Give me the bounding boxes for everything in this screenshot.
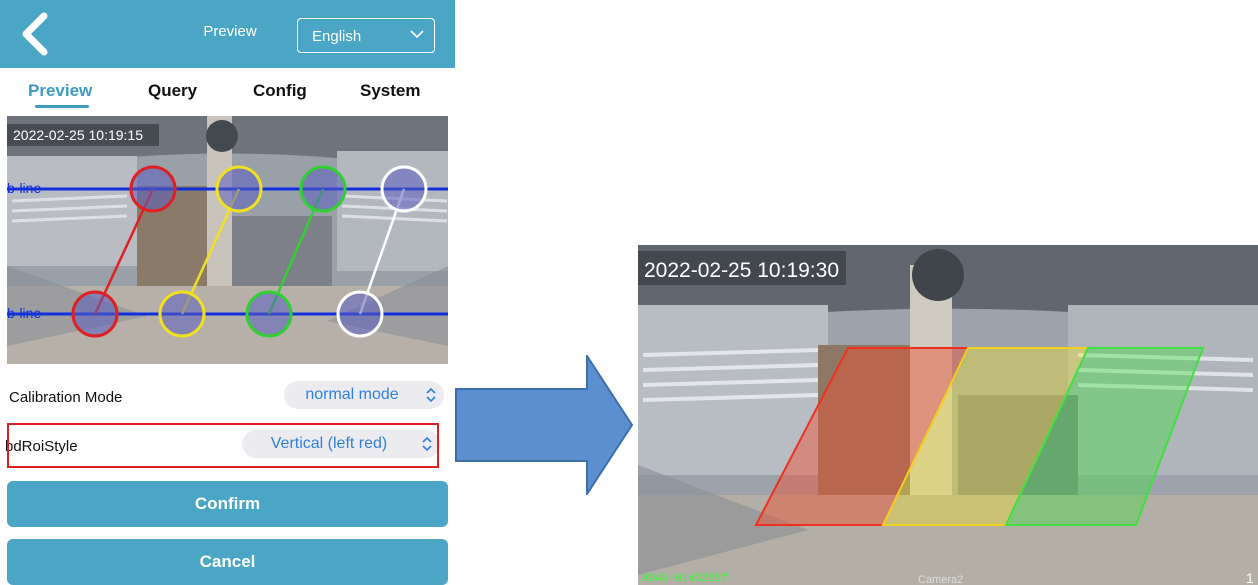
green-bottom-handle[interactable] <box>245 290 293 338</box>
calibration-mode-row: Calibration Mode normal mode <box>7 375 448 419</box>
device-id-label: ADAS-9143295f <box>642 573 728 585</box>
language-value: English <box>312 28 362 45</box>
tab-bar: Preview Query Config System <box>0 68 455 116</box>
top-line-label: b-line <box>7 180 41 196</box>
top-bar: Preview English <box>0 0 455 68</box>
up-down-chevron-icon <box>426 387 436 403</box>
roi-style-highlight-box <box>7 423 439 468</box>
calibration-mode-label: Calibration Mode <box>9 389 123 406</box>
tab-preview[interactable]: Preview <box>28 81 92 101</box>
tab-config[interactable]: Config <box>253 81 307 101</box>
mobile-config-screen: Preview English Preview Query Config Sys… <box>0 0 455 585</box>
calibration-mode-select[interactable]: normal mode <box>284 381 444 409</box>
page-title: Preview <box>203 23 257 40</box>
camera-result-view: 2022-02-25 10:19:30 ADAS-9143295f Camera… <box>638 245 1258 585</box>
white-top-handle[interactable] <box>380 165 428 213</box>
preview-timestamp: 2022-02-25 10:19:15 <box>13 127 143 143</box>
green-top-handle[interactable] <box>299 165 347 213</box>
white-bottom-handle[interactable] <box>336 290 384 338</box>
active-tab-indicator <box>35 105 89 108</box>
cancel-button[interactable]: Cancel <box>7 539 448 585</box>
calibration-mode-value: normal mode <box>305 386 399 403</box>
red-bottom-handle[interactable] <box>71 290 119 338</box>
yellow-bottom-handle[interactable] <box>158 290 206 338</box>
tab-system[interactable]: System <box>360 81 420 101</box>
yellow-top-handle[interactable] <box>215 165 263 213</box>
camera-image: 2022-02-25 10:19:30 ADAS-9143295f Camera… <box>638 245 1258 585</box>
confirm-button[interactable]: Confirm <box>7 481 448 527</box>
camera-timestamp: 2022-02-25 10:19:30 <box>644 259 839 282</box>
right-arrow-icon <box>455 352 635 498</box>
red-top-handle[interactable] <box>129 165 177 213</box>
preview-image: 2022-02-25 10:19:15 b-line b-line <box>7 116 448 364</box>
calibration-preview[interactable]: 2022-02-25 10:19:15 b-line b-line <box>7 116 448 364</box>
bottom-line-label: b-line <box>7 305 41 321</box>
tab-query[interactable]: Query <box>148 81 197 101</box>
chevron-down-icon <box>410 30 424 39</box>
corner-number: 1 <box>1246 570 1254 585</box>
back-icon[interactable] <box>16 12 56 56</box>
language-select[interactable]: English <box>297 18 435 53</box>
camera-channel-label: Camera2 <box>918 574 963 585</box>
